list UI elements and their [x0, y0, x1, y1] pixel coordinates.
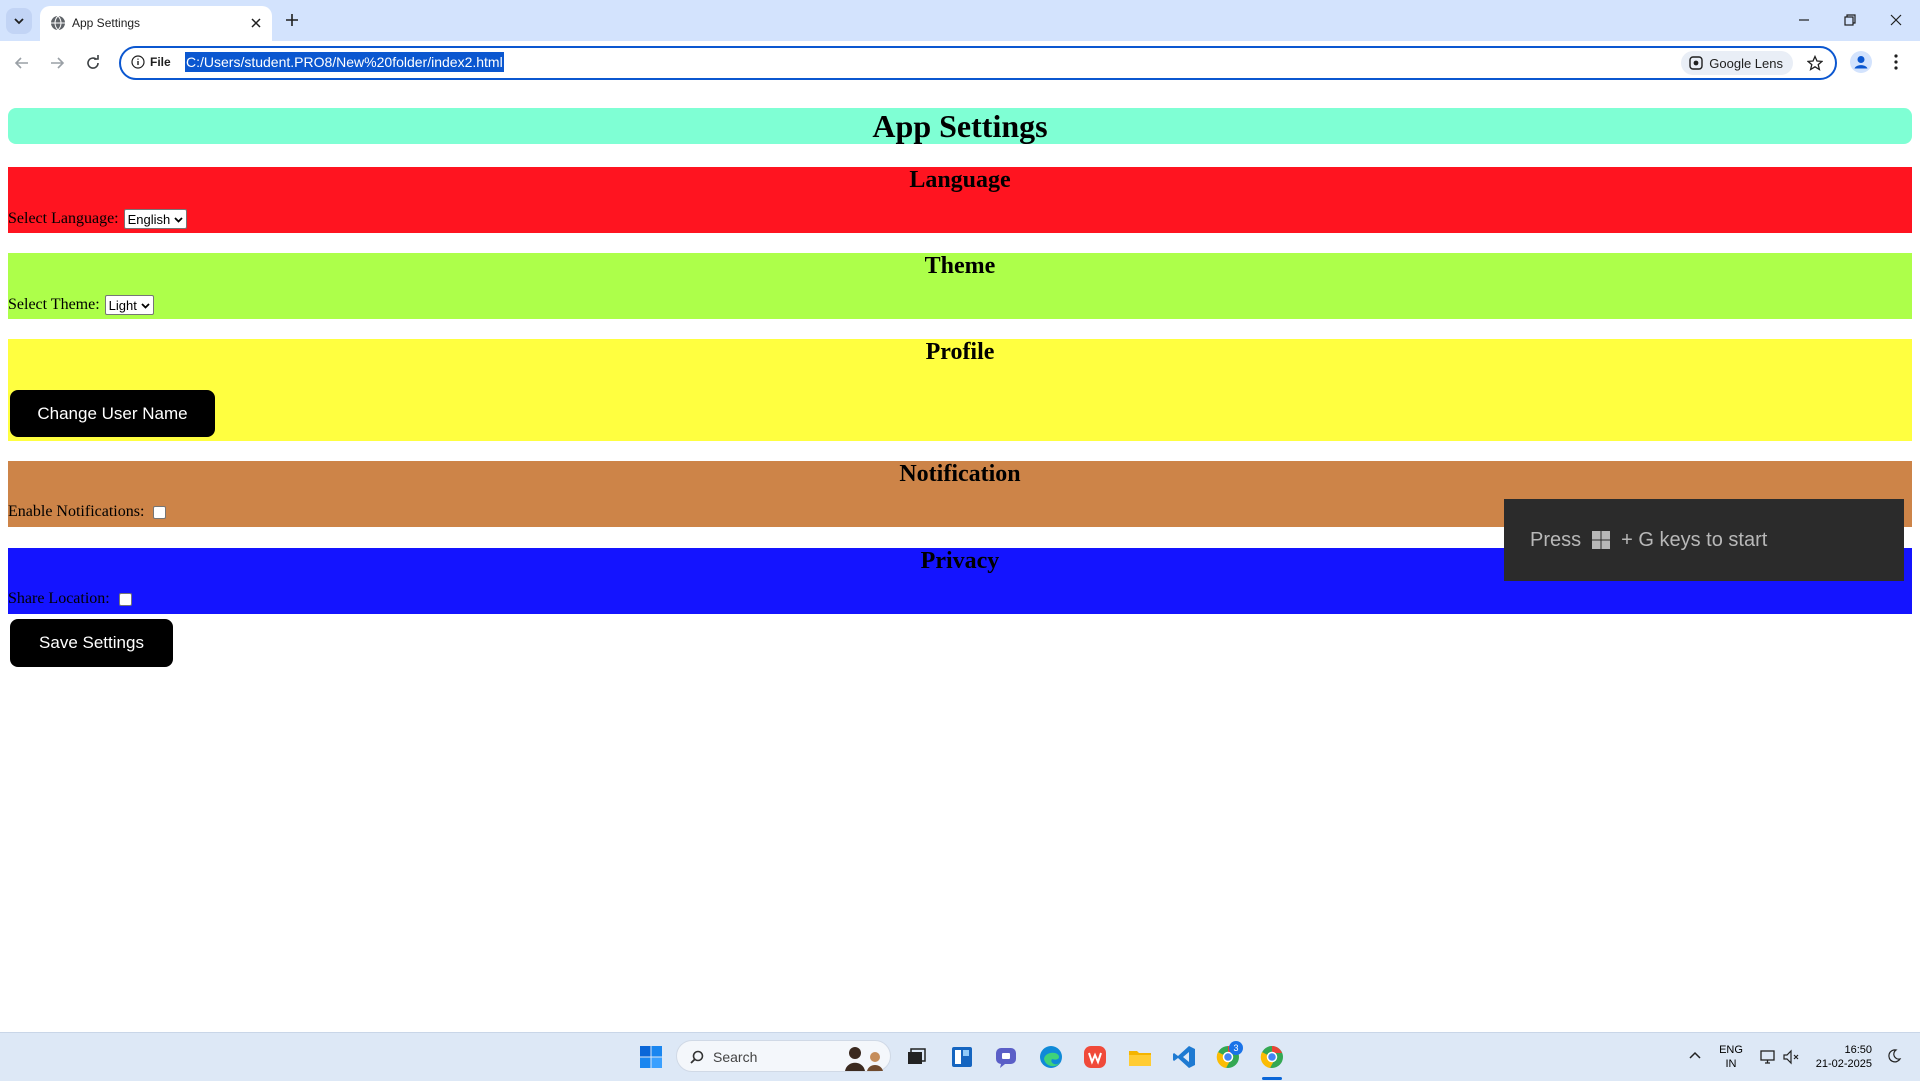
chevron-up-icon[interactable]: [1688, 1049, 1702, 1063]
address-bar[interactable]: File C:/Users/student.PRO8/New%20folder/…: [119, 46, 1837, 80]
google-lens-label: Google Lens: [1709, 55, 1783, 71]
language-indicator-top: ENG: [1719, 1044, 1743, 1056]
vscode-icon[interactable]: [1170, 1043, 1198, 1071]
back-arrow-icon[interactable]: [13, 54, 31, 72]
save-settings-button[interactable]: Save Settings: [10, 619, 173, 667]
theme-label: Select Theme:: [8, 296, 100, 313]
widgets-icon[interactable]: [948, 1043, 976, 1071]
toast-prefix: Press: [1530, 528, 1582, 551]
network-icon[interactable]: [1760, 1048, 1778, 1066]
game-bar-toast: Press + G keys to start: [1504, 499, 1904, 581]
taskbar-search-label: Search: [713, 1049, 758, 1065]
toast-suffix: + G keys to start: [1621, 528, 1768, 551]
language-section: Language Select Language: English: [8, 167, 1912, 233]
notification-row: Enable Notifications:: [8, 503, 167, 521]
minimize-icon[interactable]: [1795, 11, 1813, 29]
google-lens-button[interactable]: Google Lens: [1681, 51, 1793, 75]
chrome-browser-icon[interactable]: [1258, 1043, 1286, 1071]
file-explorer-icon[interactable]: [1126, 1043, 1154, 1071]
reload-icon[interactable]: [84, 54, 102, 72]
clock[interactable]: 16:50 21-02-2025: [1806, 1043, 1872, 1071]
wps-office-icon[interactable]: [1081, 1043, 1109, 1071]
app-title-bar: App Settings: [8, 108, 1912, 144]
privacy-row: Share Location:: [8, 590, 132, 608]
browser-toolbar: File C:/Users/student.PRO8/New%20folder/…: [0, 41, 1920, 87]
taskbar-search-box[interactable]: Search: [676, 1040, 891, 1072]
windows-start-icon[interactable]: [637, 1043, 665, 1071]
notification-label: Enable Notifications:: [8, 503, 145, 520]
tab-title: App Settings: [72, 16, 141, 30]
language-row: Select Language: English: [8, 209, 188, 229]
url-text[interactable]: C:/Users/student.PRO8/New%20folder/index…: [185, 52, 504, 72]
restore-icon[interactable]: [1841, 11, 1859, 29]
close-tab-icon[interactable]: [250, 17, 262, 29]
chevron-down-icon: [141, 302, 150, 309]
edge-browser-icon[interactable]: [1037, 1043, 1065, 1071]
theme-heading: Theme: [924, 253, 996, 279]
share-location-checkbox[interactable]: [118, 592, 132, 606]
browser-tab-strip: App Settings: [0, 0, 1920, 41]
globe-icon: [51, 15, 65, 31]
search-highlight-icon: [845, 1047, 883, 1071]
search-icon: [690, 1050, 704, 1064]
change-user-name-button[interactable]: Change User Name: [10, 390, 215, 437]
do-not-disturb-moon-icon[interactable]: [1886, 1048, 1902, 1064]
lens-icon: [1689, 56, 1703, 70]
tab-search-button[interactable]: [6, 8, 32, 34]
kebab-menu-icon[interactable]: [1893, 52, 1899, 72]
browser-tab-active[interactable]: App Settings: [40, 6, 272, 41]
theme-section: Theme Select Theme: Light: [8, 253, 1912, 319]
language-label: Select Language:: [8, 210, 119, 227]
page-title: App Settings: [872, 107, 1048, 144]
windows-logo-icon: [1592, 531, 1611, 549]
site-chip[interactable]: File: [150, 55, 171, 69]
language-select[interactable]: English: [123, 209, 188, 229]
teams-chat-icon[interactable]: [992, 1043, 1020, 1071]
bookmark-star-icon[interactable]: [1807, 55, 1823, 71]
forward-arrow-icon[interactable]: [48, 54, 66, 72]
language-selected-value: English: [127, 211, 171, 227]
chevron-down-icon: [174, 216, 183, 223]
enable-notifications-checkbox[interactable]: [153, 505, 167, 519]
new-tab-icon[interactable]: [284, 12, 300, 28]
privacy-label: Share Location:: [8, 590, 110, 607]
speaker-muted-icon[interactable]: [1782, 1048, 1800, 1066]
close-window-icon[interactable]: [1887, 11, 1905, 29]
profile-section: Profile Change User Name: [8, 339, 1912, 441]
notification-heading: Notification: [899, 461, 1021, 487]
person-icon: [1854, 56, 1868, 69]
info-icon[interactable]: [131, 55, 145, 69]
theme-row: Select Theme: Light: [8, 295, 154, 315]
language-heading: Language: [909, 167, 1011, 193]
chevron-down-icon: [14, 18, 24, 25]
task-view-icon[interactable]: [902, 1043, 930, 1071]
clock-time: 16:50: [1844, 1044, 1872, 1056]
language-indicator-bottom: IN: [1725, 1058, 1737, 1070]
theme-selected-value: Light: [108, 297, 137, 313]
notification-badge: 3: [1229, 1041, 1243, 1055]
windows-taskbar: Search 3 ENG IN 16:50 21-02-2025: [0, 1032, 1920, 1081]
theme-select[interactable]: Light: [104, 295, 154, 315]
profile-heading: Profile: [925, 339, 995, 365]
language-indicator[interactable]: ENG IN: [1716, 1043, 1746, 1071]
profile-avatar[interactable]: [1850, 51, 1872, 73]
clock-date: 21-02-2025: [1815, 1058, 1872, 1070]
